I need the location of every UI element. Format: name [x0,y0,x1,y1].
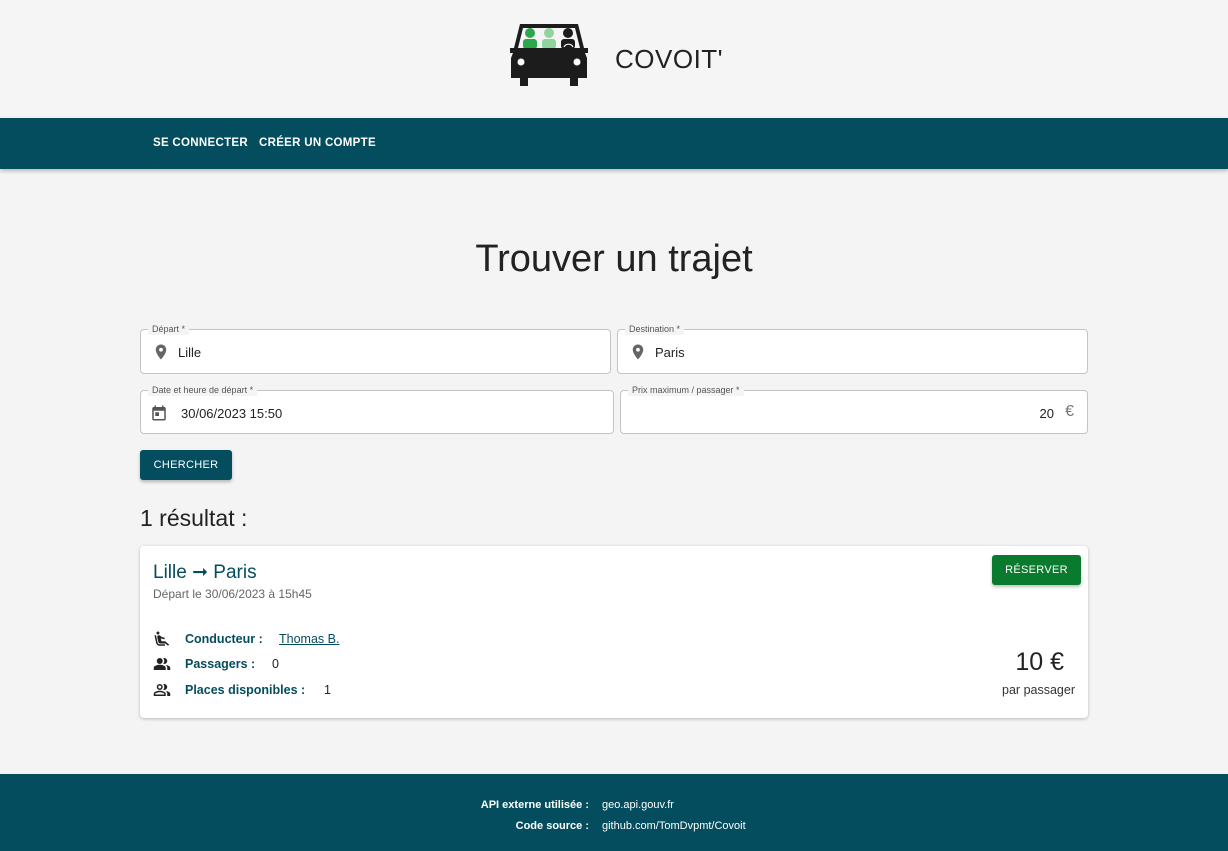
driver-seat-icon [154,631,170,646]
euro-unit: € [1065,403,1074,420]
destination-label: Destination * [625,323,685,335]
result-card: Lille ➞ Paris Départ le 30/06/2023 à 15h… [140,546,1088,718]
search-button[interactable]: CHERCHER [140,450,232,480]
main-nav: SE CONNECTER CRÉER UN COMPTE [0,118,1228,169]
departure-input[interactable]: Lille [178,345,201,360]
source-link[interactable]: github.com/TomDvpmt/Covoit [602,820,746,832]
page-title: Trouver un trajet [475,238,753,280]
signup-link[interactable]: CRÉER UN COMPTE [259,137,376,149]
destination-field[interactable]: Destination * Paris [617,323,1088,374]
driver-link[interactable]: Thomas B. [279,632,339,646]
datetime-label: Date et heure de départ * [148,384,258,396]
departure-label: Départ * [148,323,190,335]
seats-value: 1 [324,683,331,697]
max-price-label: Prix maximum / passager * [628,384,744,396]
brand-name: COVOIT' [615,44,724,74]
max-price-field[interactable]: Prix maximum / passager * 20 € [620,384,1088,434]
location-pin-icon [632,344,644,360]
datetime-field[interactable]: Date et heure de départ * 30/06/2023 15:… [140,384,614,434]
passengers-value: 0 [272,657,279,671]
book-button[interactable]: RÉSERVER [992,555,1081,585]
price: 10 € [1015,648,1064,676]
driver-label: Conducteur : [185,632,263,646]
destination-input[interactable]: Paris [655,345,685,360]
footer: API externe utilisée : geo.api.gouv.fr C… [0,774,1228,851]
route-title: Lille ➞ Paris [153,562,257,583]
people-icon [153,658,171,670]
price-unit: par passager [1002,683,1075,697]
seats-label: Places disponibles : [185,683,306,697]
api-link[interactable]: geo.api.gouv.fr [602,799,674,811]
header: COVOIT' [0,0,1228,118]
max-price-input[interactable]: 20 [1040,406,1054,421]
people-outline-icon [153,684,171,696]
departure-time: Départ le 30/06/2023 à 15h45 [153,587,312,601]
api-label: API externe utilisée : [480,799,589,811]
passengers-label: Passagers : [185,657,256,671]
departure-field[interactable]: Départ * Lille [140,323,611,374]
source-label: Code source : [515,820,589,832]
datetime-input[interactable]: 30/06/2023 15:50 [181,406,282,421]
login-link[interactable]: SE CONNECTER [153,137,248,149]
calendar-icon [152,405,166,421]
location-pin-icon [155,344,167,360]
car-logo-icon [510,24,588,86]
results-count: 1 résultat : [140,505,248,531]
